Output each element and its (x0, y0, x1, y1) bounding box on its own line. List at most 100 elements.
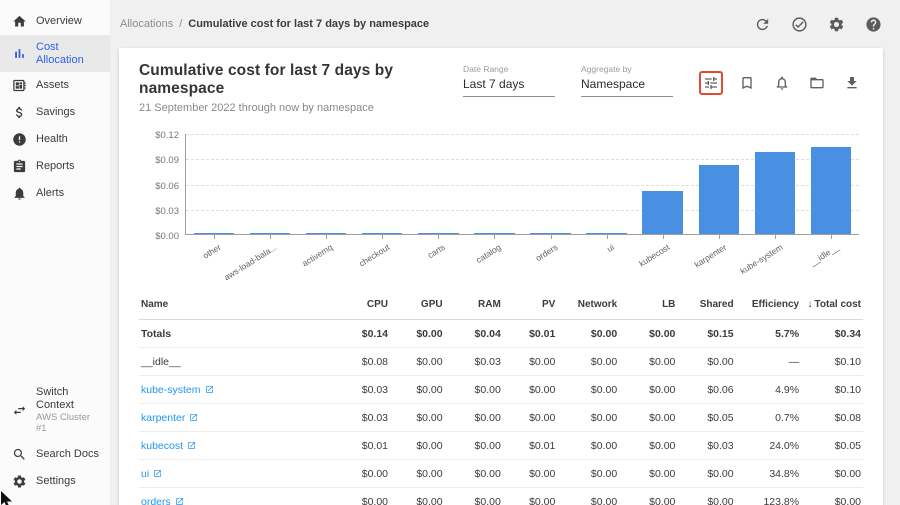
search-icon (12, 447, 27, 462)
column-header-ram[interactable]: RAM (445, 290, 503, 320)
sidebar-item-switch-context[interactable]: Switch ContextAWS Cluster #1 (0, 380, 110, 441)
chart-bar-slot (747, 134, 803, 234)
cell-value: $0.04 (445, 320, 503, 348)
app-root: Overview Cost Allocation AssetsSavings Heal… (0, 0, 900, 505)
cell-value: $0.00 (619, 320, 677, 348)
namespace-link-ui[interactable]: ui (141, 468, 162, 480)
bar-aws-load-bala[interactable] (250, 233, 290, 234)
cell-value: $0.05 (801, 432, 863, 460)
bar-activemq[interactable] (306, 233, 346, 234)
x-axis-label-orders: orders (534, 242, 560, 263)
sidebar-item-cost-allocation[interactable]: Cost Allocation (0, 35, 110, 72)
sidebar-item-reports[interactable]: Reports (0, 153, 110, 180)
namespace-link-orders[interactable]: orders (141, 496, 184, 505)
sidebar-item-alerts[interactable]: Alerts (0, 180, 110, 207)
bar-ui[interactable] (586, 233, 626, 234)
cell-value: $0.00 (557, 348, 619, 376)
sidebar-item-health[interactable]: Health (0, 126, 110, 153)
help-icon[interactable] (865, 16, 882, 33)
namespace-link-kube-system[interactable]: kube-system (141, 384, 214, 396)
column-header-pv[interactable]: PV (503, 290, 558, 320)
topbar: Allocations / Cumulative cost for last 7… (110, 0, 900, 48)
aggregate-by-value: Namespace (581, 77, 673, 97)
column-header-total-cost[interactable]: ↓Total cost (801, 290, 863, 320)
external-link-icon (175, 497, 184, 505)
bar-catalog[interactable] (474, 233, 514, 234)
cell-value: $0.00 (557, 488, 619, 505)
sidebar-item-label: Cost Allocation (36, 41, 102, 66)
column-header-shared[interactable]: Shared (677, 290, 735, 320)
cell-value: 24.0% (736, 432, 801, 460)
bar-checkout[interactable] (362, 233, 402, 234)
allocation-table-head: NameCPUGPURAMPVNetworkLBSharedEfficiency… (139, 290, 863, 320)
breadcrumb-allocations-link[interactable]: Allocations (120, 18, 173, 30)
sidebar-item-label: Health (36, 133, 68, 146)
sidebar-bottom-nav: Switch ContextAWS Cluster #1Search DocsS… (0, 380, 110, 495)
column-header-cpu[interactable]: CPU (335, 290, 390, 320)
cell-value: $0.00 (503, 404, 558, 432)
cell-value: 5.7% (736, 320, 801, 348)
gear-icon (12, 474, 27, 489)
column-header-lb[interactable]: LB (619, 290, 677, 320)
sidebar-item-label: Switch Context (36, 386, 102, 411)
folder-icon[interactable] (806, 72, 828, 94)
bell-icon[interactable] (771, 72, 793, 94)
date-range-value: Last 7 days (463, 77, 555, 97)
download-icon[interactable] (841, 72, 863, 94)
date-range-select[interactable]: Date Range Last 7 days (463, 64, 555, 97)
bar-other[interactable] (194, 233, 234, 234)
check-circle-icon[interactable] (791, 16, 808, 33)
cell-value: $0.00 (677, 488, 735, 505)
sort-descending-icon: ↓ (808, 299, 813, 310)
cell-value: $0.00 (503, 460, 558, 488)
report-toolbar (699, 71, 863, 97)
bar-idle[interactable] (811, 147, 851, 235)
main-area: Allocations / Cumulative cost for last 7… (110, 0, 900, 505)
bar-karpenter[interactable] (699, 165, 739, 234)
cell-value: $0.00 (445, 432, 503, 460)
cell-value: $0.00 (335, 460, 390, 488)
sidebar-item-savings[interactable]: Savings (0, 99, 110, 126)
table-row-ui: ui$0.00$0.00$0.00$0.00$0.00$0.00$0.0034.… (139, 460, 863, 488)
cell-value: $0.00 (677, 348, 735, 376)
refresh-icon[interactable] (754, 16, 771, 33)
title-block: Cumulative cost for last 7 days by names… (139, 62, 463, 114)
table-row-kubecost: kubecost$0.01$0.00$0.00$0.01$0.00$0.00$0… (139, 432, 863, 460)
gear-icon[interactable] (828, 16, 845, 33)
cell-value: $0.00 (801, 488, 863, 505)
chart-bar-slot (691, 134, 747, 234)
column-header-gpu[interactable]: GPU (390, 290, 445, 320)
bar-kubecost[interactable] (642, 191, 682, 234)
cell-value: — (736, 348, 801, 376)
cell-name: orders (139, 488, 335, 505)
date-range-label: Date Range (463, 64, 555, 74)
cell-value: $0.15 (677, 320, 735, 348)
column-header-name[interactable]: Name (139, 290, 335, 320)
cell-value: $0.06 (677, 376, 735, 404)
bar-orders[interactable] (530, 233, 570, 234)
bookmark-icon[interactable] (736, 72, 758, 94)
namespace-link-kubecost[interactable]: kubecost (141, 440, 196, 452)
cell-value: $0.00 (390, 376, 445, 404)
sidebar-item-settings[interactable]: Settings (0, 468, 110, 495)
table-header-row: NameCPUGPURAMPVNetworkLBSharedEfficiency… (139, 290, 863, 320)
sidebar-item-overview[interactable]: Overview (0, 8, 110, 35)
sidebar-item-search-docs[interactable]: Search Docs (0, 441, 110, 468)
cell-name: kube-system (139, 376, 335, 404)
sidebar-item-assets[interactable]: Assets (0, 72, 110, 99)
breadcrumb-separator: / (179, 18, 182, 30)
column-header-network[interactable]: Network (557, 290, 619, 320)
cell-value: $0.00 (445, 376, 503, 404)
health-icon (12, 132, 27, 147)
aggregate-by-select[interactable]: Aggregate by Namespace (581, 64, 673, 97)
x-axis-label-kubecost: kubecost (638, 242, 672, 269)
sidebar-nav: Overview Cost Allocation AssetsSavings Heal… (0, 8, 110, 207)
sidebar-item-label: Reports (36, 160, 75, 173)
column-header-efficiency[interactable]: Efficiency (736, 290, 801, 320)
filter-sliders-icon[interactable] (699, 71, 723, 95)
external-link-icon (153, 469, 162, 478)
cell-value: $0.00 (390, 432, 445, 460)
namespace-link-karpenter[interactable]: karpenter (141, 412, 198, 424)
bar-carts[interactable] (418, 233, 458, 234)
bar-kube-system[interactable] (755, 152, 795, 234)
